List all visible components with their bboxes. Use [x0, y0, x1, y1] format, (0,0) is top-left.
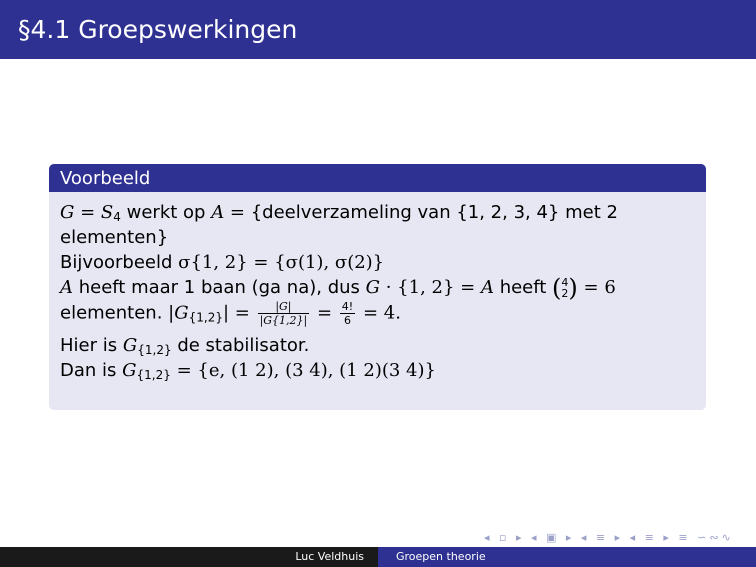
example-block-title: Voorbeeld: [60, 168, 151, 189]
footer-author: Luc Veldhuis: [295, 550, 364, 563]
math-var: G: [60, 202, 75, 223]
math-subscript: 4: [113, 210, 121, 224]
binomial-left-paren: (: [552, 274, 562, 302]
text: {deelverzameling van {1, 2, 3, 4} met 2: [250, 202, 618, 223]
math-expression: σ{1, 2} = {σ(1), σ(2)}: [178, 252, 385, 273]
example-line-4: A heeft maar 1 baan (ga na), dus G · {1,…: [60, 274, 700, 302]
text: Bijvoorbeeld: [60, 252, 179, 273]
math-var: S: [100, 202, 114, 223]
math-expression: = 4.: [357, 302, 401, 324]
math-subscript: {1,2}: [137, 343, 172, 357]
fraction-denominator: |G{1,2}|: [259, 314, 308, 327]
text: werkt op: [120, 202, 212, 223]
math-expression: · {1, 2} =: [380, 277, 481, 298]
footer-title-panel: Groepen theorie: [378, 547, 756, 567]
text: Dan is: [60, 360, 123, 381]
math-op: =: [74, 202, 101, 223]
text: de stabilisator.: [171, 335, 310, 356]
text: heeft: [493, 277, 553, 298]
fraction-orbit-stabilizer: |G| |G{1,2}|: [257, 300, 310, 327]
example-line-6: Hier is G{1,2} de stabilisator.: [60, 333, 700, 358]
footer-author-panel: Luc Veldhuis: [0, 547, 378, 567]
example-line-7: Dan is G{1,2} = {e, (1 2), (3 4), (1 2)(…: [60, 358, 700, 383]
example-line-3: Bijvoorbeeld σ{1, 2} = {σ(1), σ(2)}: [60, 250, 700, 275]
math-var: G: [122, 335, 138, 356]
binomial-right-paren: ): [568, 274, 578, 302]
fraction-factorial: 4! 6: [339, 300, 356, 327]
fraction-denominator: 6: [344, 314, 351, 327]
math-expression: | =: [222, 302, 256, 324]
fraction-numerator: |G|: [257, 300, 310, 314]
math-expression: = {e, (1 2), (3 4), (1 2)(3 4)}: [170, 360, 436, 381]
slide-title: §4.1 Groepswerkingen: [18, 15, 298, 44]
math-var: G: [122, 360, 137, 381]
beamer-navigation-icons[interactable]: ◂ ▫ ▸ ◂ ▣ ▸ ◂ ≡ ▸ ◂ ≡ ▸ ≡ ∽∾∿: [484, 531, 734, 544]
footer-talk-title: Groepen theorie: [396, 550, 486, 563]
math-var: G: [365, 277, 381, 298]
example-line-5: elementen. |G{1,2}| = |G| |G{1,2}| = 4! 6 …: [60, 300, 700, 333]
slide-header: §4.1 Groepswerkingen: [0, 0, 756, 59]
text: heeft maar 1 baan (ga na), dus: [73, 277, 366, 298]
text: elementen}: [60, 227, 169, 248]
math-op: =: [224, 202, 251, 223]
text: elementen. |: [60, 302, 175, 324]
example-line-1: G = S4 werkt op A = {deelverzameling van…: [60, 200, 700, 225]
math-var: A: [480, 277, 494, 298]
math-expression: = 6: [577, 277, 616, 298]
math-op: =: [311, 302, 338, 324]
math-var: A: [60, 277, 73, 298]
math-var: G: [174, 302, 189, 324]
example-block-body: G = S4 werkt op A = {deelverzameling van…: [60, 200, 700, 383]
math-var: A: [211, 202, 225, 223]
slide-footer: Luc Veldhuis Groepen theorie: [0, 547, 756, 567]
example-block-header: Voorbeeld: [49, 164, 706, 192]
math-subscript: {1,2}: [188, 310, 223, 325]
math-subscript: {1,2}: [136, 368, 171, 382]
text: Hier is: [60, 335, 123, 356]
example-block: Voorbeeld G = S4 werkt op A = {deelverza…: [49, 164, 706, 410]
fraction-numerator: 4!: [339, 300, 356, 314]
example-line-2: elementen}: [60, 225, 700, 250]
